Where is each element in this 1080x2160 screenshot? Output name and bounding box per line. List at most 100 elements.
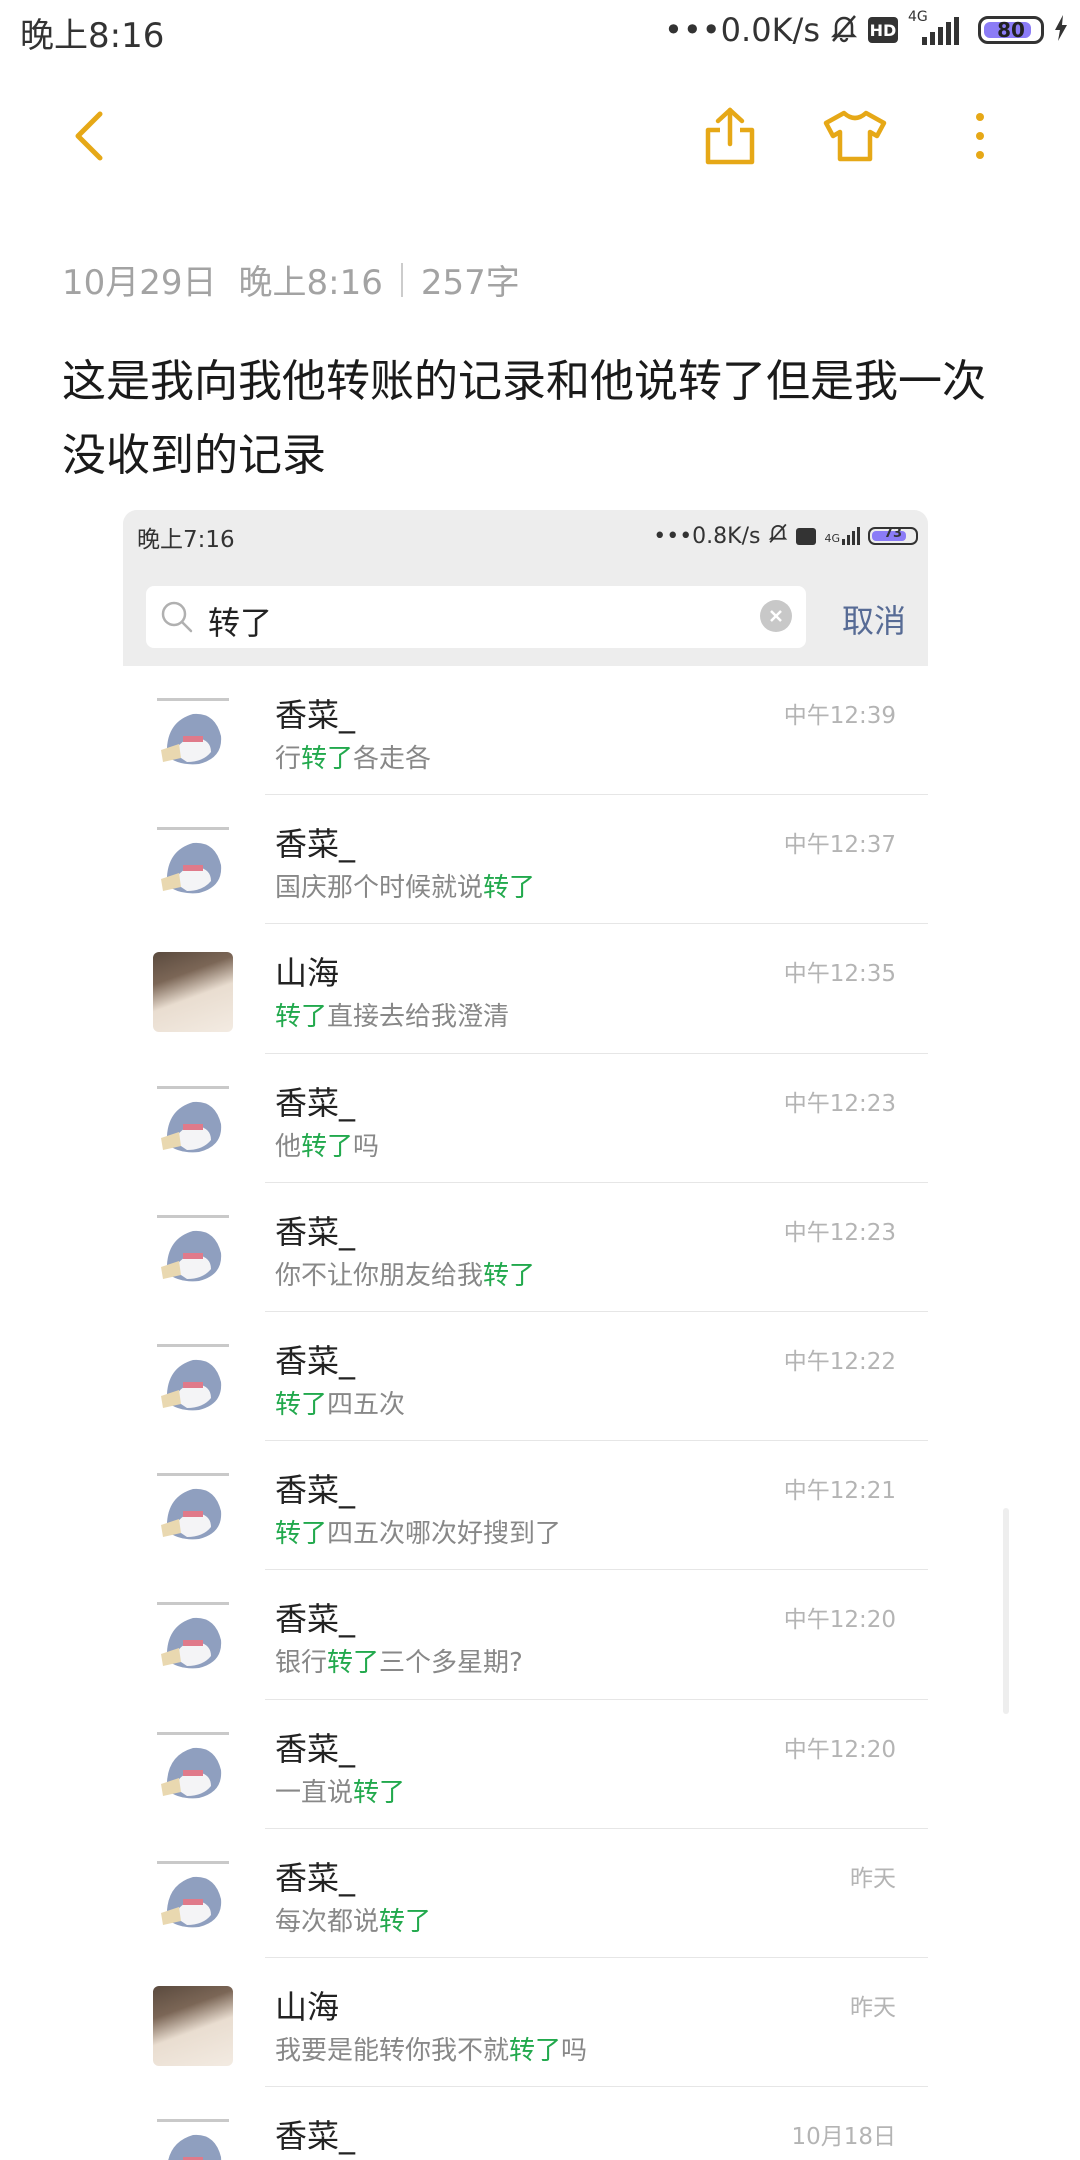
embedded-mute-icon: [768, 522, 788, 550]
search-query: 转了: [208, 604, 273, 642]
keyword-highlight: 转了: [275, 1389, 328, 1420]
message-snippet: 转了四五次哪次好搜到了: [275, 1519, 562, 1550]
keyword-highlight: 转了: [275, 1519, 328, 1550]
keyword-highlight: 转了: [483, 873, 536, 904]
contact-name: 香菜_: [275, 696, 356, 734]
contact-name: 香菜_: [275, 825, 356, 864]
search-result-row[interactable]: 香菜_ 你不让你朋友给我转了 中午12:23: [123, 1182, 928, 1312]
avatar: [153, 823, 233, 904]
contact-name: 香菜_: [275, 1858, 356, 1897]
message-snippet: 每次都说转了: [275, 1906, 432, 1937]
avatar: [153, 952, 233, 1033]
status-bar: 晚上8:16 •••0.0K/s HD 4G 80: [0, 0, 1080, 62]
embedded-network-speed: •••0.8K/s: [653, 523, 761, 549]
search-result-row[interactable]: 香菜_ 他转了吗 中午12:23: [123, 1053, 928, 1183]
status-time: 晚上8:16: [20, 16, 165, 56]
avatar: [153, 694, 233, 774]
keyword-highlight: 转了: [379, 1906, 432, 1937]
avatar: [153, 2115, 233, 2160]
note-word-count: 257字: [420, 263, 520, 303]
contact-name: 山海: [275, 1987, 340, 2026]
embedded-screenshot[interactable]: 晚上7:16 •••0.8K/s 4G 73 转了 取消 香菜_ 行转了各走各: [123, 510, 928, 2160]
keyword-highlight: 转了: [327, 1648, 380, 1679]
embedded-search-bar: 转了 取消: [123, 566, 928, 666]
message-time: 10月18日: [791, 2124, 896, 2151]
keyword-highlight: 转了: [275, 1002, 328, 1033]
search-result-list: 香菜_ 行转了各走各 中午12:39 香菜_ 国庆那个时候就说转了 中午12:37 山海 转了…: [123, 666, 928, 2160]
embedded-status-icons: •••0.8K/s 4G 73: [653, 522, 918, 550]
message-time: 中午12:37: [783, 832, 896, 859]
message-time: 中午12:20: [783, 1607, 896, 1634]
note-date: 10月29日: [62, 263, 217, 303]
contact-name: 香菜_: [275, 1212, 356, 1251]
more-button[interactable]: [940, 96, 1020, 176]
message-snippet: 转了直接去给我澄清: [275, 1002, 510, 1033]
contact-name: 香菜_: [275, 2117, 356, 2156]
message-time: 中午12:23: [783, 1219, 896, 1246]
cancel-search-button[interactable]: 取消: [842, 596, 906, 642]
note-body[interactable]: 这是我向我他转账的记录和他说转了但是我一次没收到的记录: [62, 345, 1012, 493]
message-time: 昨天: [850, 1865, 896, 1892]
share-button[interactable]: [690, 96, 770, 176]
message-time: 中午12:20: [783, 1736, 896, 1763]
keyword-highlight: 转了: [509, 2035, 562, 2066]
contact-name: 香菜_: [275, 1083, 356, 1122]
message-time: 中午12:23: [783, 1090, 896, 1117]
embedded-status-bar: 晚上7:16 •••0.8K/s 4G 73: [123, 510, 928, 566]
contact-name: 香菜_: [275, 1600, 356, 1639]
search-result-row[interactable]: 香菜_ 转了四五次哪次好搜到了 中午12:21: [123, 1441, 928, 1571]
search-result-row[interactable]: 香菜_ 银行转了三个多星期? 中午12:20: [123, 1570, 928, 1700]
search-result-row[interactable]: 香菜_ 国庆那个时候就说转了 中午12:37: [123, 795, 928, 925]
search-result-row[interactable]: 香菜_ 每次都说转了 昨天: [123, 1828, 928, 1958]
embedded-status-time: 晚上7:16: [137, 527, 235, 553]
search-result-row[interactable]: 山海我要是能转你我不就转了吗 昨天: [123, 1957, 928, 2088]
chevron-left-icon: [75, 111, 103, 161]
message-time: 中午12:39: [783, 703, 896, 729]
keyword-highlight: 转了: [483, 1260, 536, 1291]
message-time: 昨天: [850, 1994, 896, 2021]
search-result-row[interactable]: 香菜_ 一直说转了 中午12:20: [123, 1699, 928, 1829]
keyword-highlight: 转了: [353, 1777, 406, 1808]
avatar: [153, 1985, 233, 2066]
embedded-battery-icon: 73: [868, 526, 918, 545]
clear-search-icon[interactable]: [760, 600, 792, 632]
back-button[interactable]: [50, 96, 130, 176]
contact-name: 香菜_: [275, 1341, 356, 1380]
tshirt-icon: [823, 110, 887, 162]
signal-icon: 4G: [908, 9, 968, 47]
search-result-row[interactable]: 香菜_得先看看他转了没10月18日: [123, 2087, 928, 2160]
avatar: [153, 1339, 233, 1420]
search-result-row[interactable]: 山海 转了直接去给我澄清 中午12:35: [123, 924, 928, 1054]
embedded-search-input[interactable]: 转了: [146, 586, 806, 648]
avatar: [153, 1598, 233, 1679]
note-time: 晚上8:16: [238, 263, 383, 303]
contact-name: 香菜_: [275, 1729, 356, 1768]
search-result-row[interactable]: 香菜_ 行转了各走各 中午12:39: [123, 666, 928, 796]
contact-name: 香菜_: [275, 1471, 356, 1510]
more-vertical-icon: [976, 113, 984, 159]
message-snippet: 一直说转了: [275, 1777, 406, 1808]
note-meta: 10月29日 晚上8:16 257字: [62, 255, 520, 304]
status-icons: •••0.0K/s HD 4G 80: [664, 9, 1068, 50]
message-snippet: 你不让你朋友给我转了: [275, 1260, 536, 1291]
avatar: [153, 1856, 233, 1937]
message-snippet: 转了四五次: [275, 1389, 406, 1420]
avatar: [153, 1081, 233, 1162]
theme-button[interactable]: [815, 96, 895, 176]
meta-divider: [400, 262, 403, 297]
charging-icon: [1054, 15, 1068, 45]
embedded-hd-icon: [796, 527, 817, 545]
message-snippet: 国庆那个时候就说转了: [275, 873, 536, 904]
message-time: 中午12:35: [783, 961, 896, 988]
search-icon: [160, 600, 194, 638]
message-time: 中午12:21: [783, 1478, 896, 1505]
message-snippet: 我要是能转你我不就转了吗: [275, 2035, 588, 2066]
battery-icon: 80: [978, 16, 1044, 44]
avatar: [153, 1727, 233, 1808]
share-icon: [705, 107, 755, 165]
message-snippet: 银行转了三个多星期?: [275, 1648, 523, 1679]
keyword-highlight: 转了: [301, 744, 354, 774]
search-result-row[interactable]: 香菜_ 转了四五次 中午12:22: [123, 1311, 928, 1442]
embedded-signal-icon: 4G: [824, 527, 860, 545]
network-speed: •••0.0K/s: [664, 11, 820, 49]
